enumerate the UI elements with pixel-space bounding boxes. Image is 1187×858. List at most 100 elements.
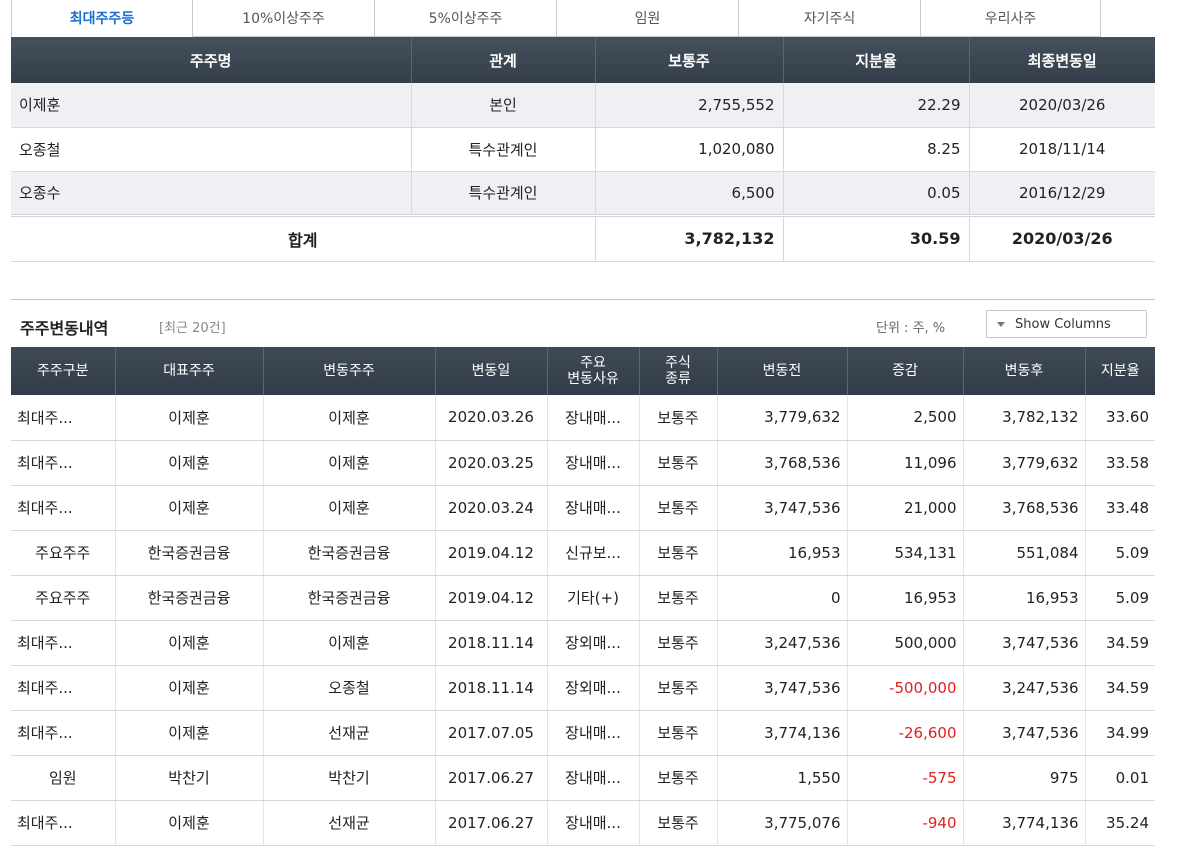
- stock-kind: 보통주: [639, 575, 718, 621]
- shareholder-type: 최대주...: [11, 710, 116, 756]
- shares-after: 16,953: [963, 575, 1086, 621]
- table-row: 최대주... 이제훈 이제훈 2020.03.26 장내매... 보통주 3,779,632…: [11, 395, 1155, 441]
- shares-change: 2,500: [847, 395, 964, 441]
- change-reason: 장내매...: [547, 395, 640, 441]
- shareholder-type: 주요주주: [11, 530, 116, 576]
- changed-holder: 오종철: [263, 665, 436, 711]
- shares-change: 500,000: [847, 620, 964, 666]
- last-date: 2016/12/29: [969, 171, 1155, 216]
- shares-change: 16,953: [847, 575, 964, 621]
- stock-kind: 보통주: [639, 530, 718, 576]
- shares-before: 3,775,076: [717, 800, 848, 846]
- col-header-shares: 보통주: [595, 37, 784, 83]
- shareholder-type: 최대주...: [11, 620, 116, 666]
- change-reason: 장외매...: [547, 620, 640, 666]
- changed-holder: 박찬기: [263, 755, 436, 801]
- table-row: 최대주... 이제훈 이제훈 2020.03.25 장내매... 보통주 3,768,536…: [11, 440, 1155, 486]
- change-date: 2018.11.14: [435, 620, 548, 666]
- relation: 본인: [411, 83, 596, 128]
- unit-label: 단위 : 주, %: [876, 321, 946, 336]
- change-date: 2020.03.26: [435, 395, 548, 441]
- col-header-ratio: 지분율: [1085, 347, 1155, 395]
- shares-before: 3,779,632: [717, 395, 848, 441]
- shareholder-type: 주요주주: [11, 575, 116, 621]
- table-row: 최대주... 이제훈 이제훈 2018.11.14 장외매... 보통주 3,247,536…: [11, 620, 1155, 666]
- change-date: 2020.03.25: [435, 440, 548, 486]
- table-row: 최대주... 이제훈 오종철 2018.11.14 장외매... 보통주 3,747,536…: [11, 665, 1155, 711]
- ratio: 33.48: [1085, 485, 1155, 531]
- representative-holder: 이제훈: [115, 665, 264, 711]
- shares-change: 11,096: [847, 440, 964, 486]
- col-header-reason: 주요 변동사유: [547, 347, 640, 395]
- ratio: 22.29: [783, 83, 970, 128]
- table-row: 주요주주 한국증권금융 한국증권금융 2019.04.12 신규보... 보통주 16,95…: [11, 530, 1155, 576]
- shares-before: 3,768,536: [717, 440, 848, 486]
- change-reason: 장내매...: [547, 440, 640, 486]
- changed-holder: 이제훈: [263, 395, 436, 441]
- stock-kind: 보통주: [639, 710, 718, 756]
- representative-holder: 한국증권금융: [115, 530, 264, 576]
- changed-holder: 이제훈: [263, 440, 436, 486]
- representative-holder: 이제훈: [115, 620, 264, 666]
- shares: 1,020,080: [595, 127, 784, 172]
- change-reason: 장내매...: [547, 485, 640, 531]
- total-shares: 3,782,132: [595, 213, 784, 262]
- tab-bar: 최대주주등 10%이상주주 5%이상주주 임원 자기주식 우리사주: [11, 0, 1101, 37]
- tab-5pct-shareholders[interactable]: 5%이상주주: [375, 0, 557, 37]
- relation: 특수관계인: [411, 171, 596, 216]
- shares-before: 3,747,536: [717, 665, 848, 711]
- shares-after: 975: [963, 755, 1086, 801]
- shares-before: 16,953: [717, 530, 848, 576]
- shareholder-type: 최대주...: [11, 395, 116, 441]
- shares-after: 3,747,536: [963, 710, 1086, 756]
- shares-change: -940: [847, 800, 964, 846]
- history-title: 주주변동내역: [20, 319, 109, 338]
- shareholder-name: 오종수: [11, 171, 412, 216]
- shares: 6,500: [595, 171, 784, 216]
- stock-kind: 보통주: [639, 755, 718, 801]
- changed-holder: 이제훈: [263, 620, 436, 666]
- col-header-type: 주주구분: [11, 347, 116, 395]
- total-label: 합계: [11, 213, 596, 262]
- col-header-ratio: 지분율: [783, 37, 970, 83]
- ratio: 0.05: [783, 171, 970, 216]
- ratio: 5.09: [1085, 530, 1155, 576]
- col-header-relation: 관계: [411, 37, 596, 83]
- change-date: 2017.06.27: [435, 800, 548, 846]
- ratio: 0.01: [1085, 755, 1155, 801]
- change-reason: 장내매...: [547, 710, 640, 756]
- show-columns-button[interactable]: Show Columns: [986, 310, 1147, 338]
- representative-holder: 이제훈: [115, 710, 264, 756]
- representative-holder: 이제훈: [115, 800, 264, 846]
- changed-holder: 한국증권금융: [263, 575, 436, 621]
- shares-before: 1,550: [717, 755, 848, 801]
- shareholder-type: 최대주...: [11, 800, 116, 846]
- change-date: 2018.11.14: [435, 665, 548, 711]
- representative-holder: 한국증권금융: [115, 575, 264, 621]
- shares-after: 3,768,536: [963, 485, 1086, 531]
- change-reason: 장내매...: [547, 755, 640, 801]
- shares-before: 3,247,536: [717, 620, 848, 666]
- changed-holder: 선재균: [263, 710, 436, 756]
- col-header-last-date: 최종변동일: [969, 37, 1155, 83]
- shares-change: -575: [847, 755, 964, 801]
- table-row: 이제훈 본인 2,755,552 22.29 2020/03/26: [11, 83, 1155, 128]
- change-date: 2019.04.12: [435, 575, 548, 621]
- tab-10pct-shareholders[interactable]: 10%이상주주: [193, 0, 375, 37]
- shares-before: 0: [717, 575, 848, 621]
- relation: 특수관계인: [411, 127, 596, 172]
- shareholder-type: 임원: [11, 755, 116, 801]
- col-header-name: 주주명: [11, 37, 412, 83]
- table-row: 오종수 특수관계인 6,500 0.05 2016/12/29: [11, 171, 1155, 216]
- tab-major-shareholders[interactable]: 최대주주등: [11, 0, 193, 37]
- col-header-before: 변동전: [717, 347, 848, 395]
- col-header-change: 증감: [847, 347, 964, 395]
- total-date: 2020/03/26: [969, 213, 1155, 262]
- shares-change: -26,600: [847, 710, 964, 756]
- ratio: 34.99: [1085, 710, 1155, 756]
- total-ratio: 30.59: [783, 213, 970, 262]
- tab-executives[interactable]: 임원: [557, 0, 739, 37]
- tab-treasury-stock[interactable]: 자기주식: [739, 0, 921, 37]
- tab-employee-stock[interactable]: 우리사주: [921, 0, 1101, 37]
- shares-before: 3,774,136: [717, 710, 848, 756]
